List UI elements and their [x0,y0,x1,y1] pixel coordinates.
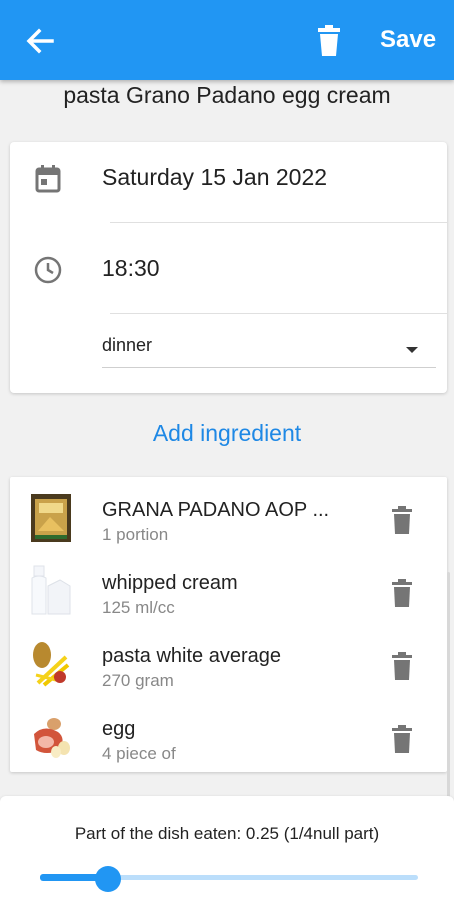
ingredient-name: pasta white average [102,645,282,667]
back-button[interactable] [22,24,58,58]
dropdown-arrow-icon [406,347,418,353]
ingredient-list: GRANA PADANO AOP ... 1 portion whipped c… [10,477,447,772]
trash-icon[interactable] [390,724,414,754]
ingredient-row[interactable]: GRANA PADANO AOP ... 1 portion [10,481,447,553]
cheese-package-image [31,494,71,542]
clock-icon [34,256,62,284]
trash-icon[interactable] [390,651,414,681]
ingredient-quantity: 270 gram [102,671,174,690]
ingredient-quantity: 4 piece of [102,744,176,763]
portion-card: Part of the dish eaten: 0.25 (1/4null pa… [0,796,454,900]
portion-label: Part of the dish eaten: 0.25 (1/4null pa… [74,824,380,843]
calendar-icon [35,165,61,193]
time-field[interactable]: 18:30 [102,255,160,282]
datetime-card: Saturday 15 Jan 2022 18:30 dinner [10,142,447,393]
ingredient-quantity: 1 portion [102,525,169,544]
pasta-image [33,642,70,687]
trash-icon [318,25,340,56]
scrollbar[interactable] [447,572,450,802]
trash-icon[interactable] [390,578,414,608]
ham-egg-image [34,718,70,758]
ingredient-row[interactable]: pasta white average 270 gram [10,627,447,699]
delete-dish-button[interactable] [314,24,344,58]
trash-icon[interactable] [390,505,414,535]
arrow-left-icon [26,28,54,54]
ingredient-name: whipped cream [102,572,238,594]
save-button[interactable]: Save [374,22,442,58]
add-ingredient-button[interactable]: Add ingredient [0,420,454,447]
ingredient-row[interactable]: egg 4 piece of [10,700,447,772]
ingredient-name: egg [102,718,136,740]
portion-slider[interactable] [40,866,418,892]
milk-bottles-image [31,565,71,615]
dropdown-underline [102,367,436,368]
meal-type-dropdown[interactable]: dinner [102,330,436,368]
ingredient-quantity: 125 ml/cc [102,598,175,617]
app-bar: Save [0,0,454,80]
divider [110,313,447,314]
ingredient-row[interactable]: whipped cream 125 ml/cc [10,554,447,626]
slider-thumb[interactable] [95,866,122,892]
divider [110,222,447,223]
meal-type-value: dinner [102,335,153,355]
date-field[interactable]: Saturday 15 Jan 2022 [102,164,327,191]
dish-title: pasta Grano Padano egg cream [63,82,391,108]
ingredient-name: GRANA PADANO AOP ... [102,499,330,521]
